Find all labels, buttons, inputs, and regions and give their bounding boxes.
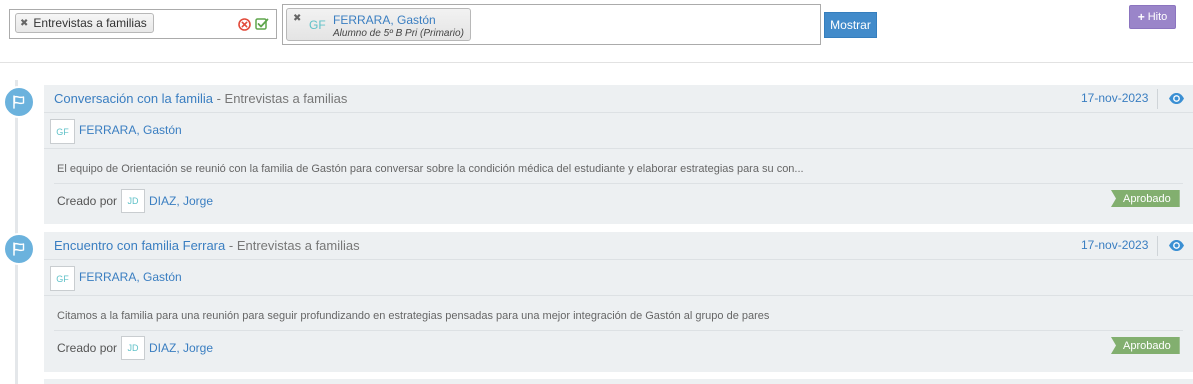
creator-avatar: JD [121, 336, 145, 360]
divider [54, 183, 1183, 184]
entry-date: 17-nov-2023 [1081, 238, 1149, 252]
entry-header: Encuentro con familia Ferrara - Entrevis… [44, 232, 1193, 260]
creator-avatar: JD [121, 189, 145, 213]
entry-description: El equipo de Orientación se reunió con l… [57, 163, 804, 175]
timeline-entry: Encuentro con familia Ferrara - Entrevis… [44, 232, 1193, 372]
person-name: FERRARA, Gastón [333, 13, 436, 27]
entry-title-link[interactable]: Encuentro con familia Ferrara [54, 238, 225, 253]
student-name-link[interactable]: FERRARA, Gastón [79, 123, 182, 137]
entry-title-link[interactable]: Conversación con la familia [54, 91, 213, 106]
divider [44, 295, 1193, 296]
entry-separator: - [225, 238, 237, 253]
student-avatar: GF [50, 119, 75, 144]
person-filter-field[interactable]: ✖ GF FERRARA, Gastón Alumno de 5º B Pri … [282, 4, 821, 45]
clear-filter-icon[interactable] [238, 18, 251, 31]
entry-title-line: Conversación con la familia - Entrevista… [54, 91, 347, 106]
view-eye-icon[interactable] [1168, 92, 1185, 105]
created-by-label: Creado por [57, 194, 118, 208]
entry-separator: - [212, 91, 225, 106]
timeline-line [15, 80, 18, 384]
plus-icon: + [1137, 10, 1145, 24]
header-divider [1157, 236, 1158, 256]
entry-title-line: Encuentro con familia Ferrara - Entrevis… [54, 238, 360, 253]
divider [54, 330, 1183, 331]
type-filter-field[interactable]: ✖ Entrevistas a familias [9, 9, 277, 39]
person-filter-tag: ✖ GF FERRARA, Gastón Alumno de 5º B Pri … [286, 8, 471, 41]
show-button[interactable]: Mostrar [824, 12, 877, 38]
person-subtitle: Alumno de 5º B Pri (Primario) [333, 28, 464, 39]
timeline-entry-partial [44, 379, 1193, 384]
student-avatar: GF [50, 266, 75, 291]
filter-bar: ✖ Entrevistas a familias ✖ GF FERRARA, G… [0, 0, 1193, 63]
timeline-entry: Conversación con la familia - Entrevista… [44, 85, 1193, 224]
creator-name-link[interactable]: DIAZ, Jorge [149, 194, 213, 208]
person-initials: GF [309, 18, 326, 32]
type-filter-tag-label: Entrevistas a familias [33, 16, 147, 30]
status-badge: Aprobado [1111, 337, 1180, 354]
add-milestone-label: Hito [1147, 11, 1168, 23]
entry-category: Entrevistas a familias [236, 238, 360, 253]
entry-description: Citamos a la familia para una reunión pa… [57, 310, 770, 322]
add-milestone-button[interactable]: + Hito [1129, 5, 1176, 29]
view-eye-icon[interactable] [1168, 239, 1185, 252]
entry-category: Entrevistas a familias [224, 91, 348, 106]
entry-date: 17-nov-2023 [1081, 91, 1149, 105]
type-filter-tag: ✖ Entrevistas a familias [15, 13, 154, 33]
remove-person-icon[interactable]: ✖ [293, 13, 301, 24]
entry-header: Conversación con la familia - Entrevista… [44, 85, 1193, 113]
apply-filter-icon[interactable] [255, 17, 269, 31]
status-badge: Aprobado [1111, 190, 1180, 207]
header-divider [1157, 89, 1158, 109]
student-name-link[interactable]: FERRARA, Gastón [79, 270, 182, 284]
creator-name-link[interactable]: DIAZ, Jorge [149, 341, 213, 355]
created-by-label: Creado por [57, 341, 118, 355]
timeline-flag-icon [3, 86, 35, 118]
timeline-flag-icon [3, 233, 35, 265]
remove-tag-icon[interactable]: ✖ [20, 18, 28, 29]
divider [44, 148, 1193, 149]
